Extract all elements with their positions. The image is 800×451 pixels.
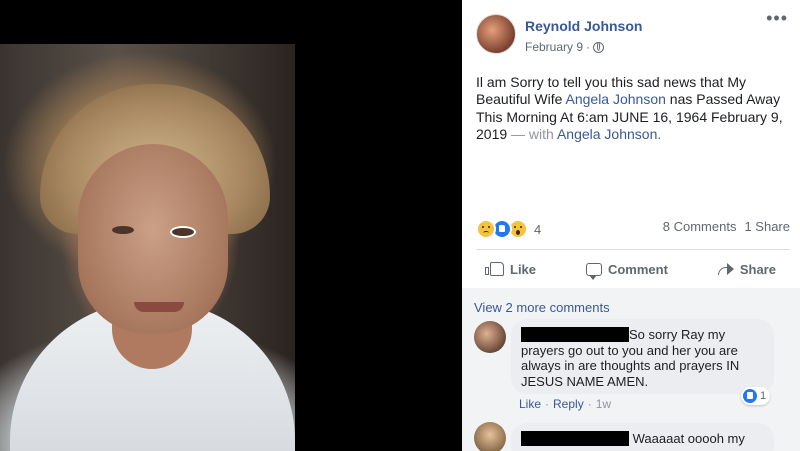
like-reaction-icon xyxy=(743,389,757,403)
comment-like-badge[interactable]: 1 xyxy=(741,387,771,405)
photo-mouth xyxy=(134,302,184,312)
globe-icon[interactable] xyxy=(593,41,605,53)
tagged-angela-johnson[interactable]: Angela Johnson. xyxy=(557,126,661,142)
redacted-commenter-name xyxy=(521,327,629,342)
comment-action-sep: · xyxy=(587,397,592,411)
post-stats: 4 8 Comments 1 Share xyxy=(476,219,790,239)
comments-count-link[interactable]: 8 Comments xyxy=(663,219,737,234)
comment-like-link[interactable]: Like xyxy=(519,397,541,411)
engagement-counts: 8 Comments 1 Share xyxy=(663,219,790,234)
commenter-avatar[interactable] xyxy=(474,422,506,451)
photo-viewer xyxy=(0,0,462,451)
comment-reply-link[interactable]: Reply xyxy=(553,397,584,411)
mention-angela-johnson[interactable]: Angela Johnson xyxy=(566,91,666,107)
comment-bubble: Waaaaat ooooh my xyxy=(511,423,774,451)
comment-action-sep: · xyxy=(545,397,550,411)
post-meta: February 9 · xyxy=(525,40,605,54)
reaction-count: 4 xyxy=(534,221,542,237)
comment-like-count: 1 xyxy=(760,390,767,402)
meta-separator: · xyxy=(586,40,591,54)
more-options-icon[interactable]: ••• xyxy=(766,9,788,27)
with-label: — with xyxy=(507,126,557,143)
post-photo[interactable] xyxy=(0,44,295,451)
comment-text-line1: Waaaaat ooooh my xyxy=(632,431,745,446)
comment-bubble: So sorry Ray my prayers go out to you an… xyxy=(511,319,774,394)
share-label: Share xyxy=(739,261,776,277)
redacted-commenter-name xyxy=(521,431,629,446)
share-button[interactable]: Share xyxy=(704,250,790,288)
sad-reaction-icon xyxy=(476,219,496,239)
comment-actions: Like · Reply · 1w xyxy=(519,397,611,411)
post-date[interactable]: February 9 xyxy=(525,40,583,54)
like-label: Like xyxy=(510,261,537,277)
thumbs-up-icon xyxy=(485,262,504,276)
comment-icon xyxy=(585,262,602,280)
comment-text-line1: So sorry Ray my xyxy=(629,327,726,342)
post-actions: Like Comment Share xyxy=(476,249,790,289)
comment-text: prayers go out to you and her you are al… xyxy=(521,342,740,389)
post-header: Reynold Johnson February 9 · xyxy=(476,14,786,54)
author-avatar[interactable] xyxy=(476,14,516,54)
shares-count-link[interactable]: 1 Share xyxy=(744,219,790,234)
comments-section: View 2 more comments So sorry Ray my pra… xyxy=(462,288,800,451)
comment-time[interactable]: 1w xyxy=(596,397,611,411)
photo-eye xyxy=(170,226,196,238)
author-name[interactable]: Reynold Johnson xyxy=(525,18,642,34)
commenter-avatar[interactable] xyxy=(474,321,506,353)
like-button[interactable]: Like xyxy=(476,250,550,288)
view-more-comments-link[interactable]: View 2 more comments xyxy=(474,300,610,315)
post-sidebar: Reynold Johnson February 9 · ••• Il am S… xyxy=(462,0,800,451)
comment-button[interactable]: Comment xyxy=(572,250,682,288)
reactions-summary[interactable]: 4 xyxy=(476,219,541,239)
post-text: Il am Sorry to tell you this sad news th… xyxy=(476,74,788,144)
photo-eye xyxy=(112,226,134,234)
comment-label: Comment xyxy=(607,261,668,277)
share-arrow-icon xyxy=(717,263,734,275)
